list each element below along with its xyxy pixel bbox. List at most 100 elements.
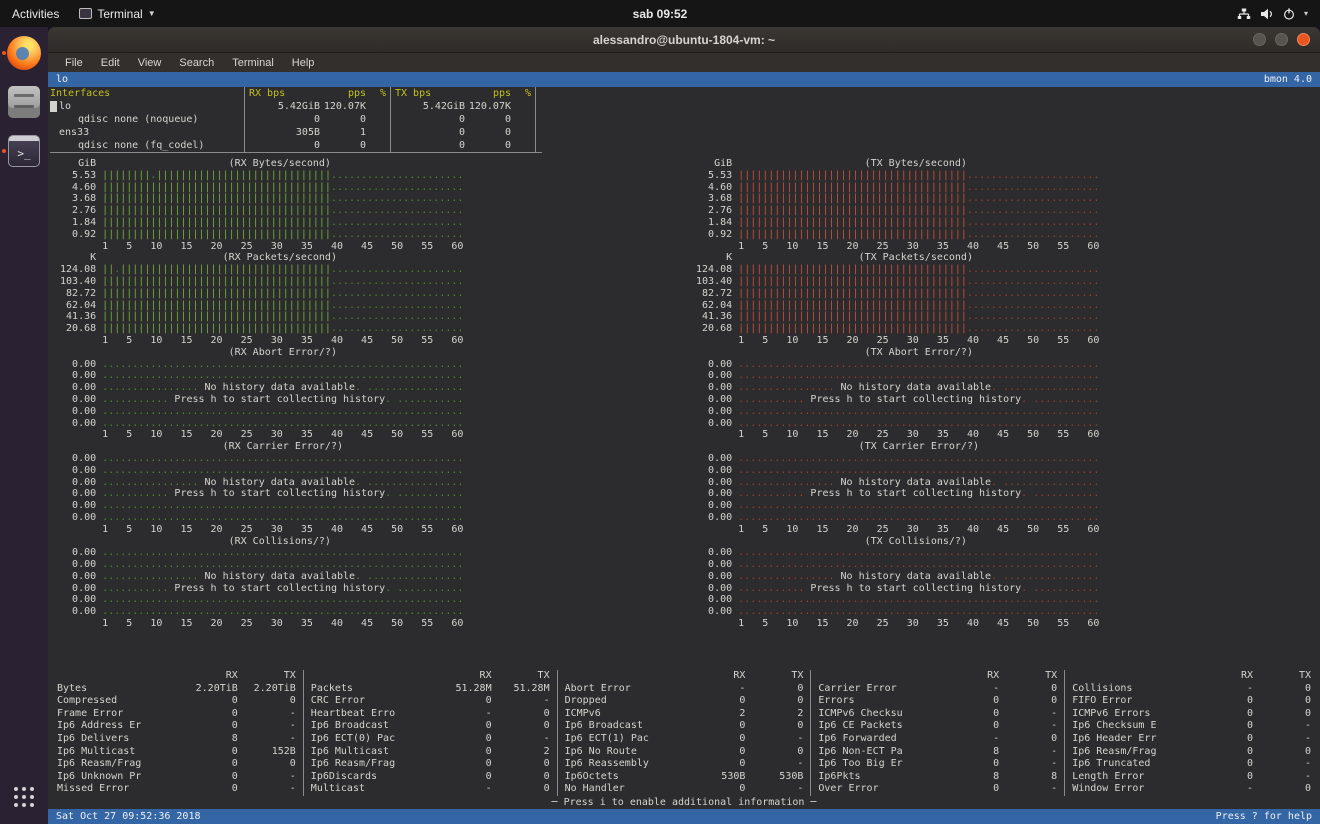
stat-group-2: RX TX Packets 51.28M 51.28M CRC Error 0- Heartb…: [302, 670, 557, 796]
stat-tx-value: 0: [289, 695, 296, 707]
graph-ytick: 0.00: [690, 476, 739, 488]
maximize-button[interactable]: [1275, 33, 1288, 46]
interface-row[interactable]: lo 5.42GiB 120.07K 5.42GiB 120.07K: [50, 100, 542, 113]
stat-label: Ip6 ECT(1) Pac: [564, 733, 649, 745]
stat-rx-value: 0: [739, 745, 746, 757]
rx-bps-value: 0: [313, 114, 320, 125]
graph-ytick: 0.00: [690, 511, 739, 523]
stat-row: Collisions - 0: [1072, 683, 1311, 696]
stat-rx-value: 8: [231, 733, 238, 745]
graph-title: (RX Collisions/?): [102, 535, 331, 547]
app-menu[interactable]: Terminal ▼: [71, 0, 163, 27]
menu-item-search[interactable]: Search: [172, 57, 221, 69]
stat-label: Ip6 Header Err: [1072, 733, 1157, 745]
files-icon: [8, 86, 40, 118]
history-message: No history data available: [198, 382, 356, 394]
bmon-active-interface: lo: [56, 74, 69, 85]
stat-rx-value: -: [1246, 783, 1253, 795]
stat-tx-value: -: [1051, 783, 1058, 795]
graph-unit-label: [54, 441, 102, 452]
stat-rx-value: 0: [231, 695, 238, 707]
dock-item-files[interactable]: [0, 81, 48, 123]
stat-rx-value: -: [993, 733, 1000, 745]
system-top-bar: Activities Terminal ▼ sab 09:52 ▾: [0, 0, 1320, 27]
stat-row: Ip6 Delivers 8 -: [57, 733, 296, 746]
stat-label: Ip6 ECT(0) Pac: [310, 733, 396, 745]
graph-x-axis: 1 5 10 15 20 25 30 35 40 45 50 55 60: [738, 618, 1100, 630]
interface-name: lo: [59, 101, 72, 112]
graph-ytick: 0.00: [690, 358, 739, 370]
interface-row[interactable]: qdisc none (fq_codel) 0 0 0 0: [50, 139, 542, 152]
stat-label: Ip6Discards: [310, 770, 378, 782]
graph-unit-label: K: [690, 252, 739, 264]
graph-ytick: 5.53: [690, 169, 739, 181]
stat-rx-value: 0: [993, 707, 1000, 719]
tx-pct-value: [511, 100, 531, 113]
graph-x-axis: 1 5 10 15 20 25 30 35 40 45 50 55 60: [738, 240, 1100, 252]
dock-item-terminal[interactable]: >_: [0, 130, 48, 172]
stat-row: ICMPv6 2 2: [565, 708, 804, 721]
show-applications-button[interactable]: [0, 776, 48, 818]
stat-rx-value: 8: [993, 745, 1000, 757]
rx-column-header: RX: [225, 670, 238, 682]
stat-tx-value: 0: [543, 770, 550, 782]
system-tray[interactable]: ▾: [1237, 0, 1320, 27]
graph-ytick: 0.00: [54, 488, 103, 500]
stat-rx-value: 0: [231, 770, 238, 782]
terminal-screen[interactable]: lo bmon 4.0 Interfaces RX bps pps % TX b…: [48, 72, 1320, 824]
stat-row: Ip6 Header Err 0 -: [1072, 733, 1311, 746]
graph-ytick: 3.68: [690, 193, 739, 205]
tx-graph: GiB (TX Bytes/second) 5.53 |||||||||||||…: [690, 158, 1100, 252]
close-button[interactable]: [1297, 33, 1310, 46]
rx-graph: K (RX Packets/second) 124.08 ||.||||||||…: [54, 252, 464, 346]
stat-label: Ip6 Unknown Pr: [57, 770, 142, 782]
tx-graph: K (TX Packets/second) 124.08 |||||||||||…: [690, 252, 1100, 346]
stat-group-5: RX TX Collisions -0 FIFO Error 0 0 ICMPv6 Error…: [1064, 670, 1318, 796]
rx-bps-value: 0: [313, 140, 320, 151]
minimize-button[interactable]: [1253, 33, 1266, 46]
menu-item-edit[interactable]: Edit: [94, 57, 127, 69]
rx-stats-group: 00: [244, 113, 390, 126]
stat-label: Frame Error: [57, 707, 124, 719]
rx-column-header: RX: [987, 670, 1000, 682]
menu-item-view[interactable]: View: [131, 57, 169, 69]
stat-label: Compressed: [57, 695, 118, 707]
interface-row[interactable]: ens33 305B 1 0 0: [50, 126, 542, 139]
menu-item-terminal[interactable]: Terminal: [225, 57, 281, 69]
stat-rx-value: 0: [1246, 770, 1253, 782]
graph-unit-label: GiB: [54, 158, 103, 169]
clock[interactable]: sab 09:52: [633, 7, 688, 21]
activities-button[interactable]: Activities: [0, 0, 71, 27]
stat-header-row: RX TX: [311, 670, 550, 683]
terminal-window-icon: [79, 8, 93, 19]
stat-rx-value: 0: [1246, 707, 1253, 719]
interface-row[interactable]: qdisc none (noqueue) 0 0 0 0: [50, 113, 542, 126]
tx-pps-header: pps: [492, 88, 511, 99]
menu-item-file[interactable]: File: [58, 57, 90, 69]
rx-column-header: RX: [733, 670, 746, 682]
history-message: No history data available: [198, 476, 356, 488]
stat-row: Ip6 Address Er 0 -: [57, 720, 296, 733]
history-message: No history data available: [834, 570, 992, 582]
stat-row: Ip6 No Route 0 0: [565, 746, 804, 759]
stat-rx-value: -: [1246, 682, 1253, 694]
tx-pct-value: [511, 113, 531, 126]
menu-item-help[interactable]: Help: [285, 57, 322, 69]
tx-graph: (TX Carrier Error/?) 0.00 ..............…: [690, 441, 1100, 535]
tx-bps-value: 0: [458, 127, 465, 138]
stat-row: Ip6Pkts 8 8: [818, 771, 1057, 784]
dock-item-firefox[interactable]: [0, 32, 48, 74]
chevron-down-icon: ▼: [147, 9, 156, 18]
stat-tx-value: -: [289, 770, 296, 782]
graph-ytick: 0.00: [690, 382, 739, 394]
stat-tx-value: 0: [1304, 682, 1311, 694]
history-message: Press h to start collecting history: [168, 582, 386, 594]
window-titlebar[interactable]: alessandro@ubuntu-1804-vm: ~: [48, 27, 1320, 53]
history-message: No history data available: [834, 382, 992, 394]
stat-row: Frame Error 0 -: [57, 708, 296, 721]
stat-row: FIFO Error 0 0: [1072, 695, 1311, 708]
graph-ytick: 0.00: [54, 500, 103, 512]
stat-row: ICMPv6 Errors 0 0: [1072, 708, 1311, 721]
graph-ytick: 82.72: [690, 287, 739, 299]
stats-area: RX TX Bytes 2.20TiB 2.20TiB Compressed 0 0 Frame…: [48, 670, 1320, 824]
